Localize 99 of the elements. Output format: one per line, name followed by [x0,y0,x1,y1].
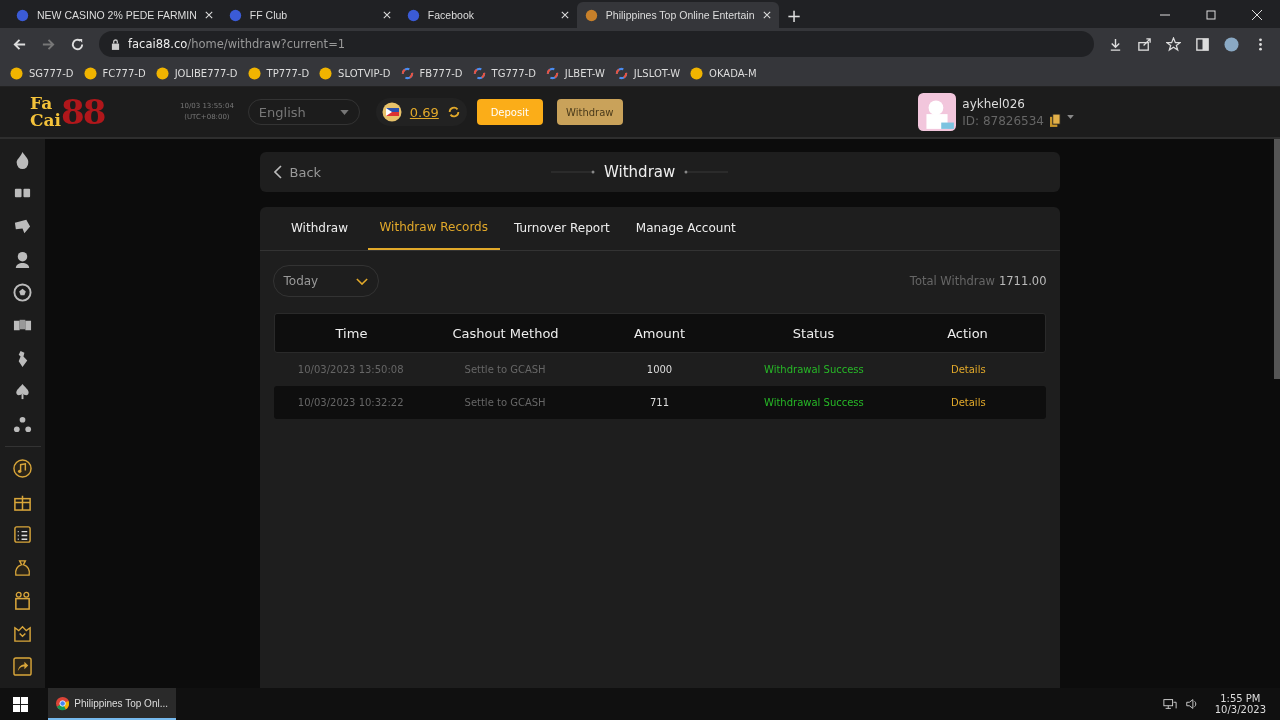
bookmark[interactable]: FC777-D [83,66,146,80]
ring-icon [472,66,486,80]
copy-icon[interactable] [1050,114,1061,127]
withdraw-button[interactable]: Withdraw [556,99,623,125]
bag-icon[interactable] [13,558,32,577]
spade-icon[interactable] [13,382,32,401]
maximize-icon[interactable] [1206,10,1216,20]
caret-icon [339,109,349,115]
scrollbar[interactable] [1274,139,1280,379]
close-icon[interactable] [762,11,771,19]
page-tab[interactable]: Turnover Report [502,207,622,250]
taskbar-app[interactable]: Philippines Top Onl... [48,688,176,720]
close-icon[interactable] [382,11,391,19]
back-arrow-icon[interactable] [12,36,27,52]
lock-icon[interactable] [111,38,120,50]
total-value: 1711.00 [998,274,1047,288]
table-cell-text: 1000 [645,364,674,375]
close-icon[interactable] [1252,10,1262,20]
page-title: Withdraw [604,163,676,181]
refresh-icon[interactable] [446,105,461,119]
profile-avatar-icon[interactable] [1224,36,1239,52]
user-id-text: ID: 87826534 [962,113,1044,128]
page-tab[interactable]: Withdraw Records [367,207,500,250]
ring-icon [614,66,628,80]
column-header: Cashout Method [451,325,560,341]
bookmark[interactable]: TG777-D [472,66,536,80]
network-icon[interactable] [1162,697,1177,711]
browser-tab[interactable]: Facebook [398,2,577,28]
site-icon [16,8,29,22]
coin-icon [690,66,704,80]
new-tab-button[interactable]: + [778,2,810,28]
column-header: Action [946,325,989,341]
caret-icon[interactable] [1067,114,1074,119]
browser-tab[interactable]: NEW CASINO 2% PEDE FARMIN [8,2,221,28]
bookmark[interactable]: TP777-D [247,66,310,80]
person-icon[interactable] [13,250,32,269]
music-icon[interactable] [13,459,32,478]
download-icon[interactable] [1108,36,1123,52]
bookmark[interactable]: JOLIBE777-D [155,66,238,80]
decorative-line [683,169,729,175]
crown-icon[interactable] [13,624,32,643]
close-icon[interactable] [204,11,213,19]
chevron-down-icon [355,277,368,285]
table-cell-text: 711 [648,397,671,408]
back-button[interactable]: Back [273,164,322,180]
site-icon [406,8,420,22]
bookmark[interactable]: SG777-D [10,66,74,80]
bookmark[interactable]: JLSLOT-W [614,66,681,80]
browser-tab[interactable]: FF Club [220,2,399,28]
browser-icon [56,694,70,712]
ring-icon [545,66,559,80]
page-tab[interactable]: Manage Account [623,207,748,250]
triad-icon[interactable] [13,415,32,434]
coin-icon [247,66,261,80]
bookmark[interactable]: SLOTVIP-D [319,66,391,80]
total-label: Total Withdraw [909,274,995,288]
close-icon[interactable] [560,11,569,19]
bookmark[interactable]: OKADA-M [690,66,757,80]
sidebar-icon[interactable] [1195,36,1210,52]
column-header: Status [791,325,836,341]
balance-text[interactable]: 0.69 [409,104,439,120]
site-icon [584,8,598,22]
clock-time[interactable]: 1:55 PM [1220,693,1261,704]
clock-date[interactable]: 10/3/2023 [1214,704,1266,715]
table-cell-text: Settle to GCASH [463,397,547,408]
share-icon[interactable] [13,657,32,676]
column-header: Time [334,325,369,341]
reload-icon[interactable] [70,36,85,52]
speaker-icon[interactable] [1184,697,1199,711]
flag-icon [381,102,402,122]
star-icon[interactable] [1166,36,1181,52]
coin-icon [155,66,169,80]
address-bar[interactable]: facai88.co/home/withdraw?current=1 [99,31,1094,57]
status-text: Withdrawal Success [763,397,865,408]
windows-start-icon[interactable] [13,696,28,712]
details-link[interactable]: Details [950,397,986,408]
list-icon[interactable] [13,525,32,544]
username-text: aykhel026 [962,96,1026,111]
ball-icon[interactable] [13,283,32,302]
share-icon[interactable] [1137,36,1152,52]
forward-arrow-icon[interactable] [41,36,56,52]
table-cell-text: Settle to GCASH [463,364,547,375]
status-text: Withdrawal Success [763,364,865,375]
coin-icon [83,66,97,80]
coin-icon [10,66,23,80]
table-cell-text: 10/03/2023 10:32:22 [296,397,405,408]
bookmark[interactable]: JLBET-W [545,66,605,80]
table-cell-text: 10/03/2023 13:50:08 [296,364,405,375]
site-icon [228,8,242,22]
chevron-left-icon [273,165,282,179]
decorative-line [551,169,597,175]
details-link[interactable]: Details [950,364,986,375]
bookmark[interactable]: FB777-D [400,66,463,80]
page-tab[interactable]: Withdraw [273,207,366,250]
coin-icon [319,66,333,80]
column-header: Amount [632,325,687,341]
ring-icon [400,66,414,80]
avatar-icon[interactable] [918,93,957,131]
browser-tab[interactable]: Philippines Top Online Entertain [576,2,779,28]
